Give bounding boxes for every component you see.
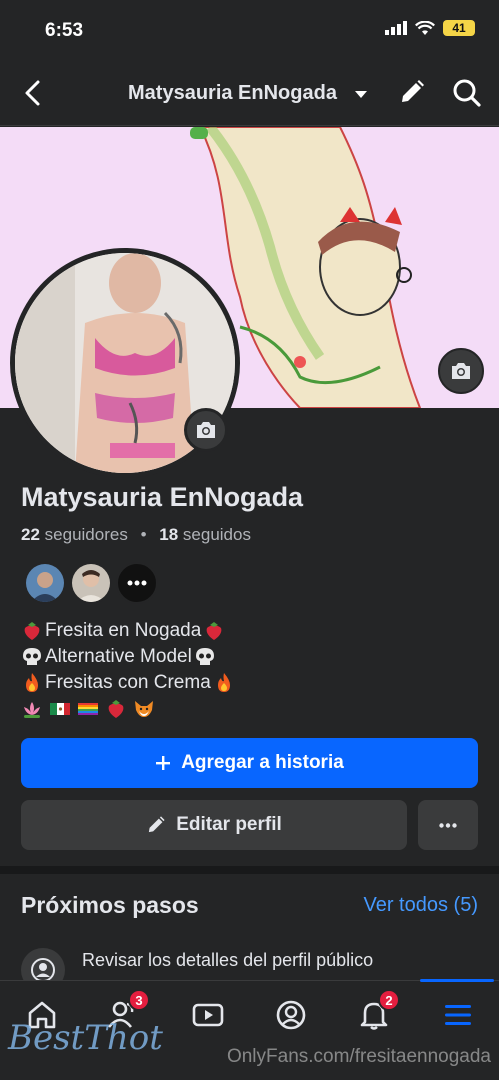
camera-icon <box>197 422 215 438</box>
see-all-link[interactable]: Ver todos (5) <box>363 894 478 917</box>
nav-profile-title[interactable]: Matysauria EnNogada <box>128 82 337 105</box>
count-separator: • <box>140 525 147 544</box>
more-options-button[interactable] <box>418 800 478 850</box>
bio-text: Alternative Model <box>45 646 192 667</box>
edit-profile-button[interactable]: Editar perfil <box>21 800 407 850</box>
section-divider <box>0 866 499 874</box>
active-tab-indicator <box>420 979 494 982</box>
strawberry-icon <box>108 700 124 718</box>
follow-counts: 22 seguidores • 18 seguidos <box>21 525 251 545</box>
status-indicators: 41 <box>385 20 475 36</box>
tab-video[interactable] <box>188 995 228 1035</box>
wifi-icon <box>415 20 435 35</box>
back-arrow-icon[interactable] <box>18 76 48 110</box>
bio-line: Fresitas con Crema <box>21 670 235 696</box>
followers-label[interactable]: seguidores <box>45 525 128 544</box>
status-time: 6:53 <box>45 20 84 41</box>
plus-icon <box>156 756 171 770</box>
caret-down-icon[interactable] <box>354 90 368 99</box>
fire-icon <box>26 673 38 692</box>
friends-badge: 3 <box>128 989 150 1011</box>
profile-bio: Fresita en Nogada Alternative Model Fres… <box>21 618 235 722</box>
following-label[interactable]: seguidos <box>183 525 251 544</box>
more-followers-button[interactable] <box>116 562 158 604</box>
search-icon[interactable] <box>452 78 482 108</box>
follower-avatar[interactable] <box>70 562 112 604</box>
profile-name: Matysauria EnNogada <box>21 482 304 512</box>
status-bar: 6:53 41 <box>0 0 499 62</box>
follower-avatars[interactable] <box>24 562 158 604</box>
signal-icon <box>385 21 407 35</box>
strawberry-icon <box>24 622 40 640</box>
bio-line: Fresita en Nogada <box>21 618 235 644</box>
fox-icon <box>135 701 153 717</box>
top-navigation-bar: Matysauria EnNogada <box>0 62 499 126</box>
notifications-badge: 2 <box>378 989 400 1011</box>
profile-icon <box>276 1000 306 1030</box>
tab-menu[interactable] <box>438 995 478 1035</box>
cover-camera-button[interactable] <box>438 348 484 394</box>
bio-emoji-row <box>21 696 235 722</box>
menu-icon <box>445 1005 471 1025</box>
tab-notifications[interactable]: 2 <box>354 989 400 1035</box>
followers-count[interactable]: 22 <box>21 525 40 544</box>
bio-text: Fresitas con Crema <box>45 672 211 693</box>
bio-text: Fresita en Nogada <box>45 620 202 641</box>
video-icon <box>192 1003 224 1027</box>
pencil-icon <box>149 816 165 833</box>
tab-profile[interactable] <box>271 995 311 1035</box>
mexico-flag-icon <box>50 703 70 715</box>
watermark-logo: BestThot <box>8 1018 163 1058</box>
follower-avatar[interactable] <box>24 562 66 604</box>
rainbow-flag-icon <box>78 703 98 715</box>
following-count[interactable]: 18 <box>159 525 178 544</box>
fire-icon <box>217 673 230 692</box>
skull-icon <box>23 648 41 665</box>
camera-icon <box>452 363 470 379</box>
edit-profile-label: Editar perfil <box>176 814 282 835</box>
next-step-item[interactable]: Revisar los detalles del perfil público <box>82 950 373 971</box>
strawberry-icon <box>206 622 222 640</box>
pencil-icon[interactable] <box>398 78 426 106</box>
next-steps-title: Próximos pasos <box>21 892 199 918</box>
bio-line: Alternative Model <box>21 644 235 670</box>
watermark-source: OnlyFans.com/fresitaennogada <box>226 1046 491 1067</box>
add-to-story-label: Agregar a historia <box>181 752 344 773</box>
more-dots-icon <box>127 580 147 586</box>
lotus-icon <box>24 702 40 718</box>
profile-camera-button[interactable] <box>184 408 228 452</box>
add-to-story-button[interactable]: Agregar a historia <box>21 738 478 788</box>
skull-icon <box>195 648 214 665</box>
more-dots-icon <box>439 822 457 828</box>
battery-indicator: 41 <box>443 20 475 36</box>
